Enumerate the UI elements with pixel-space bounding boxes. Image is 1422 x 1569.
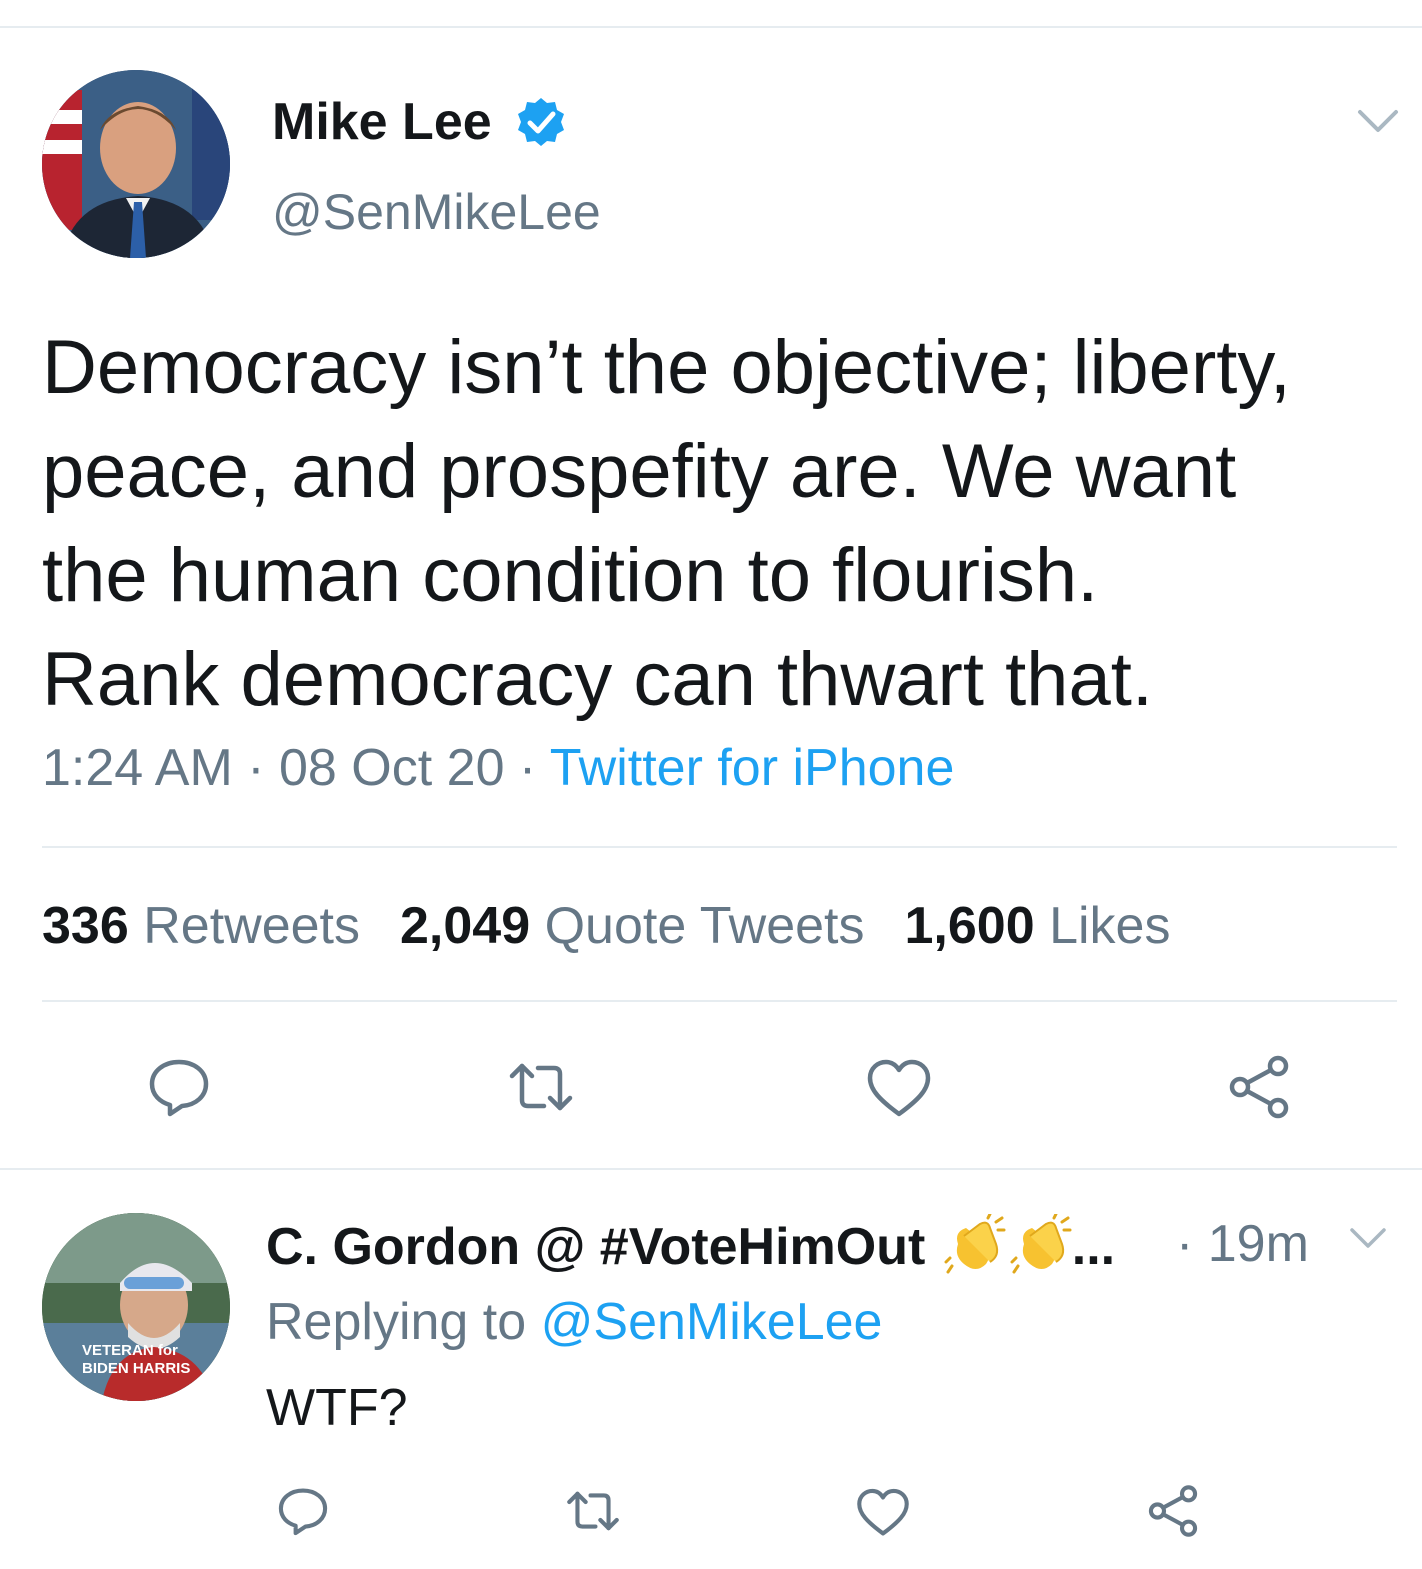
replying-to-prefix: Replying to bbox=[266, 1293, 541, 1351]
author-avatar-image bbox=[42, 70, 230, 258]
retweets-label: Retweets bbox=[143, 897, 360, 955]
clapping-hands-emoji-icon bbox=[944, 1212, 1006, 1276]
meta-separator: · bbox=[504, 739, 550, 797]
top-divider bbox=[0, 26, 1422, 28]
name-truncation: ... bbox=[1071, 1218, 1116, 1276]
replying-to-mention[interactable]: @SenMikeLee bbox=[541, 1293, 883, 1351]
chevron-down-icon[interactable] bbox=[1348, 1224, 1388, 1254]
reply-author-name: C. Gordon @ #VoteHimOut bbox=[266, 1218, 926, 1276]
tweet-time[interactable]: 1:24 AM bbox=[42, 739, 233, 797]
divider bbox=[42, 1000, 1397, 1002]
author-handle[interactable]: @SenMikeLee bbox=[272, 183, 601, 241]
meta-separator: · bbox=[232, 739, 280, 797]
avatar-overlay-line-1: VETERAN for bbox=[82, 1342, 178, 1359]
likes-stat[interactable]: 1,600 Likes bbox=[904, 897, 1170, 955]
quotes-stat[interactable]: 2,049 Quote Tweets bbox=[400, 897, 865, 955]
clapping-hands-emoji-icon bbox=[1010, 1212, 1072, 1276]
like-icon[interactable] bbox=[856, 1486, 910, 1540]
retweets-stat[interactable]: 336 Retweets bbox=[42, 897, 360, 955]
likes-count: 1,600 bbox=[904, 897, 1035, 955]
chevron-down-icon[interactable] bbox=[1356, 104, 1400, 138]
tweet-stats: 336 Retweets 2,049 Quote Tweets 1,600 Like… bbox=[42, 896, 1170, 956]
tweet-meta: 1:24 AM · 08 Oct 20 · Twitter for iPhone bbox=[42, 738, 954, 798]
reply-icon[interactable] bbox=[276, 1484, 330, 1538]
verified-badge-icon bbox=[515, 96, 567, 148]
quotes-label: Quote Tweets bbox=[544, 897, 865, 955]
avatar-overlay-line-2: BIDEN HARRIS bbox=[82, 1360, 190, 1377]
share-icon[interactable] bbox=[1226, 1054, 1292, 1120]
tweet-text: Democracy isn’t the objective; liberty, … bbox=[42, 325, 1291, 722]
retweet-icon[interactable] bbox=[566, 1484, 620, 1538]
retweet-icon[interactable] bbox=[508, 1054, 574, 1120]
author-name[interactable]: Mike Lee bbox=[272, 92, 492, 152]
share-icon[interactable] bbox=[1146, 1484, 1200, 1538]
reply-author-avatar[interactable]: VETERAN for BIDEN HARRIS bbox=[42, 1213, 230, 1401]
reply-time[interactable]: · 19m bbox=[1176, 1214, 1309, 1274]
reply-author-name-row[interactable]: C. Gordon @ #VoteHimOut ... bbox=[266, 1212, 1116, 1277]
retweets-count: 336 bbox=[42, 897, 129, 955]
replying-to: Replying to @SenMikeLee bbox=[266, 1292, 882, 1352]
divider bbox=[0, 1168, 1422, 1170]
tweet-date[interactable]: 08 Oct 20 bbox=[279, 739, 504, 797]
tweet-source-link[interactable]: Twitter for iPhone bbox=[550, 739, 955, 797]
author-avatar[interactable] bbox=[42, 70, 230, 258]
reply-icon[interactable] bbox=[146, 1054, 212, 1120]
reply-text: WTF? bbox=[266, 1379, 408, 1437]
likes-label: Likes bbox=[1049, 897, 1171, 955]
divider bbox=[42, 846, 1397, 848]
quotes-count: 2,049 bbox=[399, 897, 531, 955]
like-icon[interactable] bbox=[866, 1056, 932, 1122]
reply-avatar-image: VETERAN for BIDEN HARRIS bbox=[42, 1213, 230, 1401]
